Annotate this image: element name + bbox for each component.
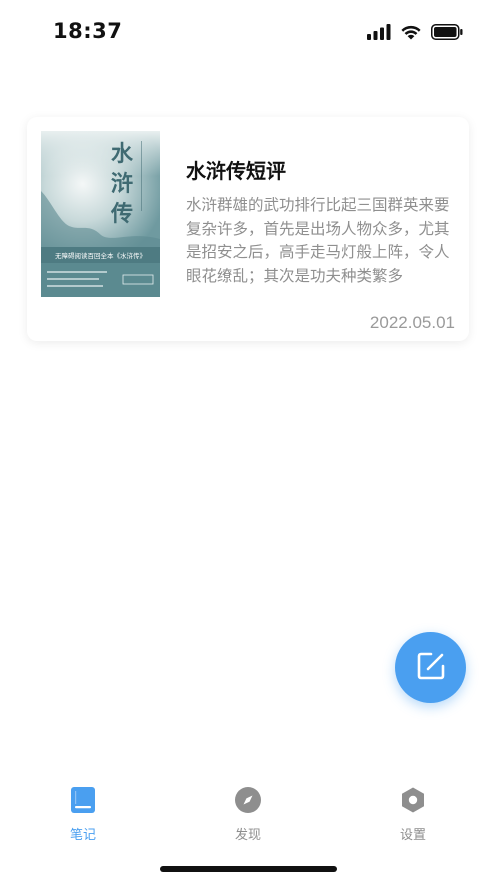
svg-text:水: 水 [111, 141, 134, 167]
status-time: 18:37 [53, 19, 123, 43]
note-excerpt: 水浒群雄的武功排行比起三国群英来要复杂许多，首先是出场人物众多，尤其是招安之后，… [186, 196, 450, 285]
battery-icon [431, 24, 463, 44]
note-title: 水浒传短评 [186, 159, 286, 183]
wifi-icon [400, 24, 422, 44]
svg-text:浒: 浒 [111, 171, 133, 197]
tab-label-notes: 笔记 [69, 828, 96, 843]
tab-settings[interactable]: 设置 [368, 786, 458, 843]
new-note-button[interactable] [395, 632, 466, 703]
tab-bar: 笔记 发现 设置 [0, 776, 497, 846]
edit-icon [415, 650, 447, 686]
status-bar: 18:37 [0, 0, 497, 64]
notebook-icon [70, 786, 96, 818]
tab-discover[interactable]: 发现 [203, 786, 293, 843]
signal-icon [367, 24, 391, 44]
note-card[interactable]: 水 浒 传 无障碍阅读百回全本《水浒传》 水浒传短评 水浒群雄的武功排行比起三国… [27, 117, 469, 341]
compass-icon [234, 786, 262, 818]
tab-notes[interactable]: 笔记 [38, 786, 128, 843]
book-cover: 水 浒 传 无障碍阅读百回全本《水浒传》 [41, 131, 160, 297]
tab-label-settings: 设置 [399, 828, 426, 843]
cover-banner: 无障碍阅读百回全本《水浒传》 [55, 251, 146, 260]
svg-text:传: 传 [110, 201, 133, 227]
home-indicator [160, 866, 337, 872]
status-icons [367, 24, 463, 44]
note-date: 2022.05.01 [369, 313, 455, 332]
settings-icon [399, 786, 427, 818]
tab-label-discover: 发现 [234, 828, 261, 843]
